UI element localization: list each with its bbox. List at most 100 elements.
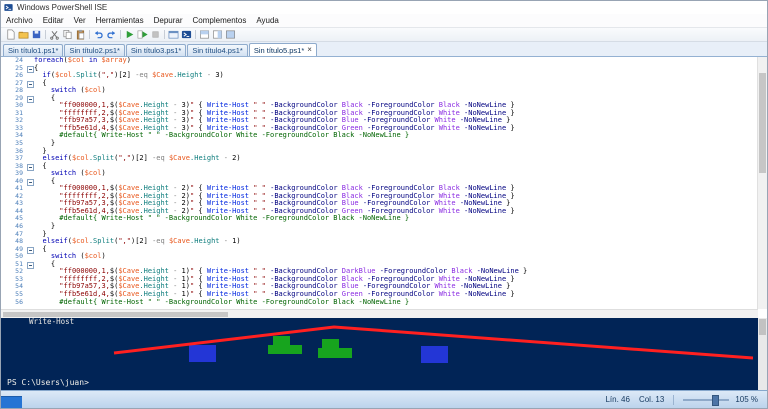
fold-margin — [26, 57, 34, 65]
scrollbar-thumb[interactable] — [3, 312, 228, 317]
start-powershell-button[interactable] — [180, 29, 193, 41]
code-text: elseif($col.Split(",")[2] -eq $Cave.Heig… — [42, 154, 241, 163]
editor-vertical-scrollbar[interactable] — [757, 57, 767, 309]
run-script-button[interactable] — [123, 29, 136, 41]
undo-icon — [95, 31, 103, 39]
toolbar-separator — [89, 30, 90, 39]
tab-close-icon[interactable]: × — [307, 46, 312, 54]
fold-margin — [26, 155, 34, 163]
fold-margin — [26, 132, 34, 140]
stop-operation-button[interactable] — [149, 29, 162, 41]
console-scrollbar[interactable] — [758, 318, 767, 392]
code-text: elseif($col.Split(",")[2] -eq $Cave.Heig… — [42, 237, 241, 246]
zoom-slider-thumb[interactable] — [712, 395, 720, 406]
tab-1[interactable]: Sin título1.ps1* — [3, 44, 64, 56]
tab-5[interactable]: Sin título5.ps1* × — [248, 43, 317, 56]
menu-item-depurar[interactable]: Depurar — [149, 16, 188, 25]
script-pane-top-button[interactable] — [198, 29, 211, 41]
menu-bar: Archivo Editar Ver Herramientas Depurar Compl… — [1, 14, 767, 28]
copy-button[interactable] — [61, 29, 74, 41]
code-text: { — [34, 78, 47, 87]
code-text: #default{ Write-Host " " -BackgroundColo… — [59, 131, 410, 140]
code-line-38: 38 { — [1, 162, 758, 171]
code-line-34: 34 #default{ Write-Host " " -BackgroundC… — [1, 132, 758, 140]
tab-3[interactable]: Sin título3.ps1* — [125, 44, 187, 56]
tab-label: Sin título2.ps1* — [69, 46, 120, 55]
menu-item-herramientas[interactable]: Herramientas — [91, 16, 149, 25]
code-line-35: 35 } — [1, 139, 758, 148]
toolbar — [1, 28, 767, 42]
code-text: foreach($col in $array) — [34, 57, 131, 64]
code-text: { — [34, 244, 47, 253]
fold-margin — [26, 117, 34, 125]
script-editor[interactable]: 24 foreach($col in $array) 25{26 if($col.S… — [1, 57, 758, 309]
fold-margin — [26, 110, 34, 118]
zoom-slider[interactable] — [683, 395, 730, 406]
code-text: switch ($col) — [50, 86, 106, 95]
code-line-45: 45 #default{ Write-Host " " -BackgroundC… — [1, 215, 758, 223]
script-pane-max-button[interactable] — [224, 29, 237, 41]
fold-margin — [26, 95, 34, 103]
fold-margin — [26, 170, 34, 178]
save-script-button[interactable] — [30, 29, 43, 41]
fold-margin — [26, 246, 34, 254]
play-selection-icon — [137, 30, 148, 39]
open-script-button[interactable] — [17, 29, 30, 41]
layout-top-icon — [200, 30, 209, 39]
title-bar[interactable]: Windows PowerShell ISE — [1, 1, 767, 14]
tab-2[interactable]: Sin título2.ps1* — [64, 44, 125, 56]
cursor-column-indicator: Col. 13 — [638, 395, 665, 404]
code-line-27: 27 { — [1, 78, 758, 88]
script-pane-right-button[interactable] — [211, 29, 224, 41]
undo-button[interactable] — [92, 29, 105, 41]
code-line-28: 28 switch ($col) — [1, 86, 758, 95]
tab-4[interactable]: Sin título4.ps1* — [187, 44, 248, 56]
tab-bar: Sin título1.ps1* Sin título2.ps1* Sin títu… — [1, 42, 767, 57]
console-pane[interactable]: Write-Host } PS C:\Users\juan> — [1, 318, 767, 392]
code-text: switch ($col) — [50, 252, 106, 261]
menu-item-ver[interactable]: Ver — [69, 16, 91, 25]
new-remote-powershell-tab-button[interactable] — [167, 29, 180, 41]
fold-margin — [26, 291, 34, 299]
line-number: 56 — [15, 297, 23, 306]
scissors-icon — [50, 31, 59, 40]
menu-item-complementos[interactable]: Complementos — [188, 16, 252, 25]
fold-margin — [26, 208, 34, 216]
fold-margin — [26, 268, 34, 276]
powershell-ise-window: Windows PowerShell ISE Archivo Editar Ver H… — [0, 0, 768, 409]
fold-margin — [26, 231, 34, 239]
cut-button[interactable] — [48, 29, 61, 41]
tab-label: Sin título1.ps1* — [8, 46, 59, 55]
console-prompt[interactable]: PS C:\Users\juan> — [7, 378, 89, 387]
paste-button[interactable] — [74, 29, 87, 41]
fold-margin — [26, 65, 34, 73]
start-button[interactable] — [1, 396, 22, 408]
code-line-37: 37 elseif($col.Split(",")[2] -eq $Cave.H… — [1, 154, 758, 163]
run-selection-button[interactable] — [136, 29, 149, 41]
redo-button[interactable] — [105, 29, 118, 41]
code-text: } — [34, 139, 56, 148]
scrollbar-thumb[interactable] — [759, 73, 766, 173]
page-icon — [7, 29, 15, 40]
fold-margin — [26, 283, 34, 291]
tab-label: Sin título5.ps1* — [253, 45, 305, 55]
menu-item-ayuda[interactable]: Ayuda — [251, 16, 284, 25]
stop-icon — [152, 31, 159, 38]
new-script-button[interactable] — [4, 29, 17, 41]
code-text: switch ($col) — [50, 169, 106, 178]
code-text: #default{ Write-Host " " -BackgroundColo… — [59, 297, 410, 306]
code-text: if($col.Split(",")[2] -eq $Cave.Height -… — [42, 71, 224, 80]
code-line-48: 48 elseif($col.Split(",")[2] -eq $Cave.H… — [1, 237, 758, 246]
tab-label: Sin título4.ps1* — [192, 46, 243, 55]
fold-margin — [26, 261, 34, 269]
toolbar-separator — [195, 30, 196, 39]
menu-item-editar[interactable]: Editar — [38, 16, 69, 25]
remote-console-icon — [168, 30, 179, 39]
code-line-39: 39 switch ($col) — [1, 169, 758, 178]
menu-item-archivo[interactable]: Archivo — [1, 16, 38, 25]
scrollbar-thumb[interactable] — [759, 319, 766, 335]
fold-margin — [26, 223, 34, 231]
code-line-50: 50 switch ($col) — [1, 252, 758, 261]
code-text: } — [34, 222, 56, 231]
fold-margin — [26, 215, 34, 223]
